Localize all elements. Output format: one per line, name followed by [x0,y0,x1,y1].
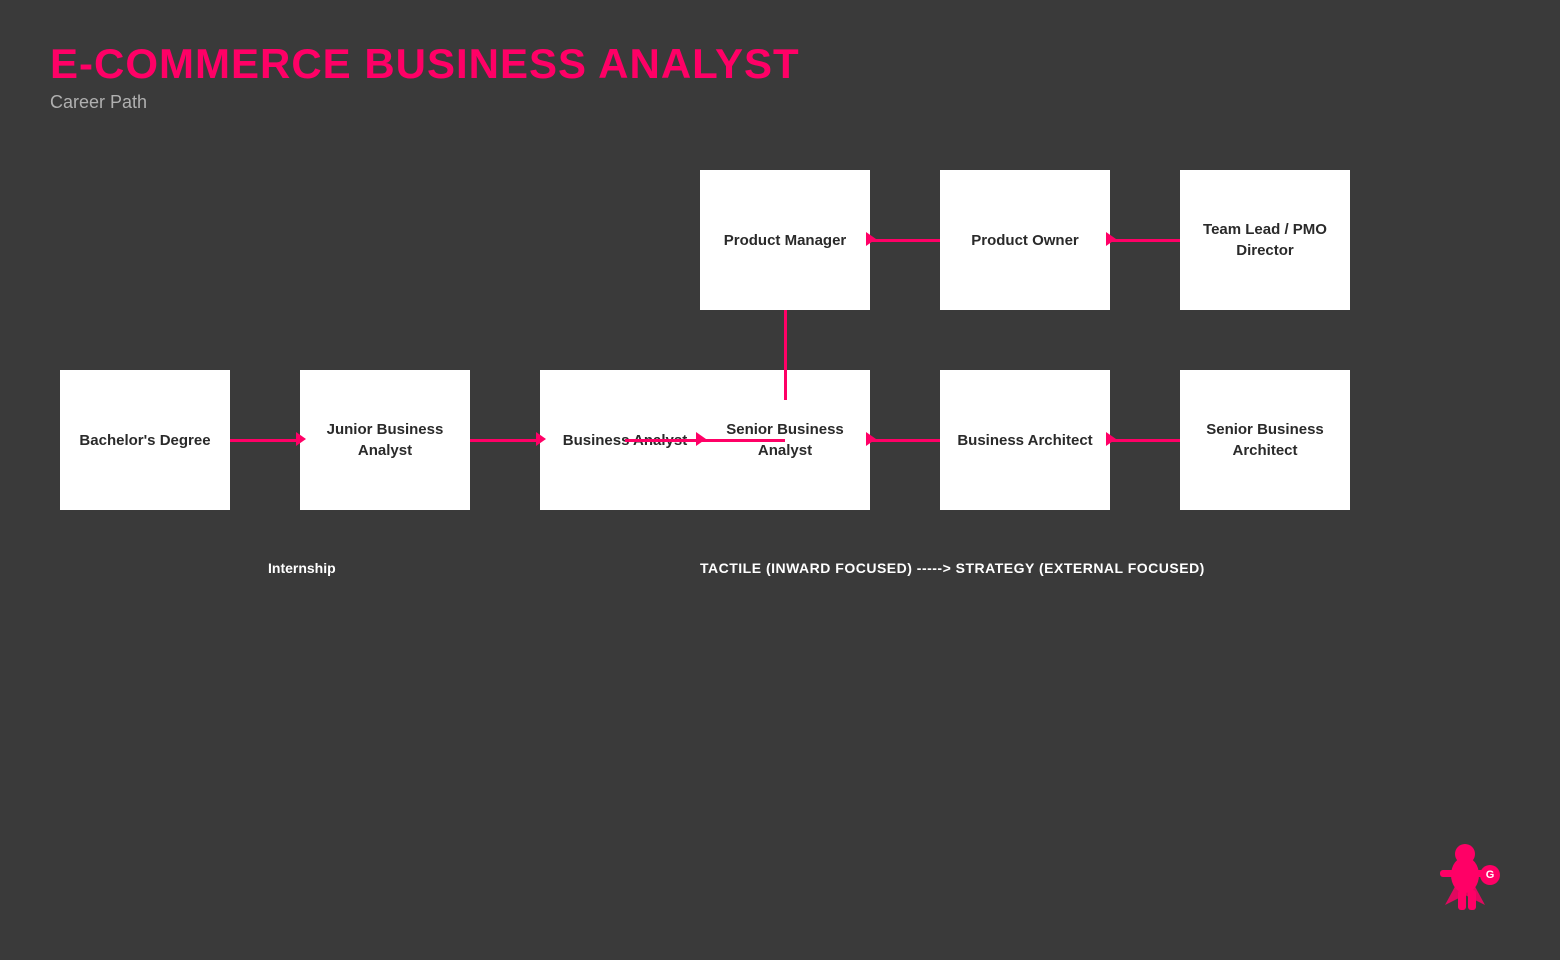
page-title: E-COMMERCE BUSINESS ANALYST [50,40,1510,88]
logo-area: G [1430,840,1500,920]
g-badge: G [1480,865,1500,885]
page-subtitle: Career Path [50,92,1510,113]
header: E-COMMERCE BUSINESS ANALYST Career Path [0,0,1560,123]
connector-1 [230,439,300,442]
box-team-lead: Team Lead / PMO Director [1180,170,1350,310]
arrow-4 [866,432,876,446]
connector-2 [470,439,540,442]
hero-figure: G [1430,840,1500,920]
arrow-2 [536,432,546,446]
arrow-1 [296,432,306,446]
arrow-3 [696,432,706,446]
connector-top-1 [870,239,940,242]
arrow-top-1 [866,232,876,246]
arrow-top-2 [1106,232,1116,246]
box-business-architect: Business Architect [940,370,1110,510]
diagram-area: Product Manager Product Owner Team Lead … [0,140,1560,640]
connector-4 [870,439,940,442]
arrow-5 [1106,432,1116,446]
connector-5 [1110,439,1180,442]
label-internship: Internship [268,560,336,576]
box-product-manager: Product Manager [700,170,870,310]
box-bachelors: Bachelor's Degree [60,370,230,510]
box-product-owner: Product Owner [940,170,1110,310]
connector-vertical [784,310,787,400]
connector-top-2 [1110,239,1180,242]
box-senior-architect: Senior Business Architect [1180,370,1350,510]
box-junior-ba: Junior Business Analyst [300,370,470,510]
label-strategy: TACTILE (INWARD FOCUSED) -----> STRATEGY… [700,560,1205,576]
